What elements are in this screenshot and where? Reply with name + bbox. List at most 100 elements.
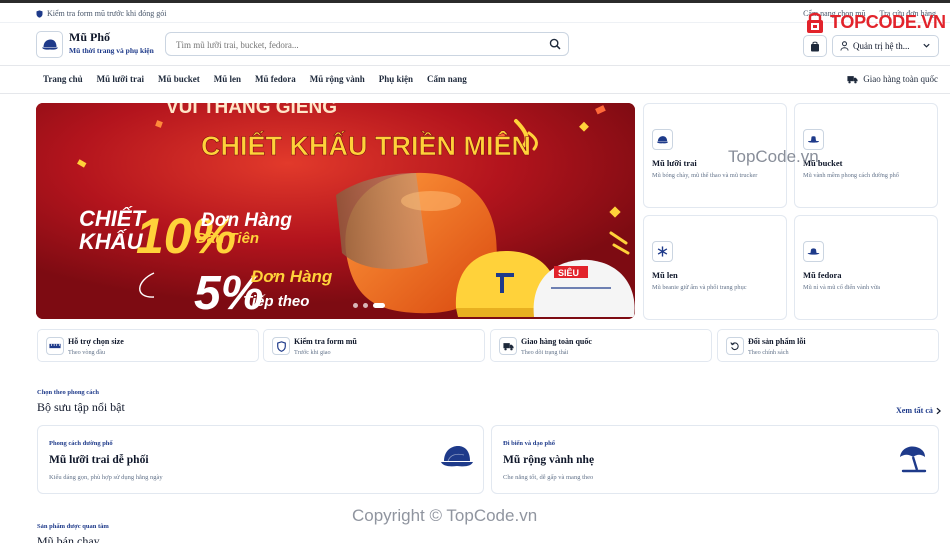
feature-sub: Theo vòng đầu (68, 349, 106, 356)
nav-item-accessories[interactable]: Phụ kiện (379, 74, 413, 84)
nav-item-caps[interactable]: Mũ lưỡi trai (97, 74, 144, 84)
category-desc: Mũ bóng chày, mũ thể thao và mũ trucker (652, 172, 758, 179)
feature-return: Đổi sản phẩm lỗi Theo chính sách (717, 329, 939, 362)
hero-discount-word2: KHẤU (79, 229, 144, 254)
carousel-dots (353, 303, 385, 308)
store-logo[interactable] (36, 31, 63, 58)
chevron-down-icon (923, 43, 930, 48)
cap-icon (656, 135, 669, 143)
utility-text: Kiểm tra form mũ trước khi đóng gói (47, 9, 167, 18)
lock-logo-icon (807, 12, 823, 33)
bucket-hat-icon (808, 135, 819, 143)
shopping-bag-icon (811, 41, 819, 51)
topcode-logo: TOPCODE.VN (803, 9, 946, 35)
nav-item-home[interactable]: Trang chủ (43, 74, 83, 84)
account-label: Quản trị hệ th... (853, 41, 910, 51)
nav-item-wide-brim[interactable]: Mũ rộng vành (310, 74, 365, 84)
utility-left: Kiểm tra form mũ trước khi đóng gói (36, 9, 166, 18)
nav-shipping: Giao hàng toàn quốc (847, 74, 938, 84)
snowflake-icon (657, 246, 668, 257)
store-name[interactable]: Mũ Phố (69, 30, 110, 45)
category-name: Mũ lưỡi trai (652, 158, 697, 168)
cap-icon (41, 39, 58, 50)
category-card-fedora[interactable]: Mũ fedora Mũ nỉ và mũ cổ điển vành vừa (794, 215, 938, 320)
user-icon (840, 41, 849, 51)
search-input[interactable] (176, 37, 536, 52)
chevron-right-icon (936, 407, 941, 414)
category-name: Mũ fedora (803, 270, 842, 280)
main-nav: Trang chủ Mũ lưỡi trai Mũ bucket Mũ len … (0, 67, 950, 94)
carousel-dot[interactable] (363, 303, 368, 308)
collections-title: Bộ sưu tập nổi bật (37, 400, 125, 414)
hero-headline: CHIẾT KHẤU TRIỀN MIÊN (201, 130, 531, 161)
bestseller-title: Mũ bán chạy (37, 534, 100, 543)
hero-banner[interactable]: VUI THÁNG GIÊNG CHIẾT KHẤU TRIỀN MIÊN CH… (36, 103, 635, 319)
category-desc: Mũ nỉ và mũ cổ điển vành vừa (803, 284, 881, 291)
feature-title: Đổi sản phẩm lỗi (748, 337, 806, 346)
search-icon[interactable] (549, 38, 561, 50)
feature-icon-box (726, 337, 744, 355)
feature-title: Giao hàng toàn quốc (521, 337, 592, 346)
beach-umbrella-icon (900, 446, 927, 473)
feature-icon-box (46, 337, 64, 355)
truck-icon (847, 75, 858, 83)
feature-form-check: Kiểm tra form mũ Trước khi giao (263, 329, 485, 362)
collection-card-wide-brim[interactable]: Đi biển và dạo phố Mũ rộng vành nhẹ Che … (491, 425, 939, 494)
hero-offer1-line2: Đầu Tiên (196, 230, 259, 247)
nav-item-beanie[interactable]: Mũ len (214, 74, 241, 84)
refresh-icon (730, 342, 739, 351)
account-menu[interactable]: Quản trị hệ th... (832, 35, 939, 57)
feature-sub: Trước khi giao (294, 349, 331, 356)
category-card-beanie[interactable]: Mũ len Mũ beanie giữ ấm và phối trang ph… (643, 215, 787, 320)
collection-title: Mũ lưỡi trai dễ phối (49, 454, 149, 466)
category-icon-box (652, 129, 673, 150)
feature-sub: Theo dõi trạng thái (521, 349, 569, 356)
cart-button[interactable] (803, 35, 827, 57)
shield-icon (36, 9, 43, 18)
hero-top-text: VUI THÁNG GIÊNG (166, 103, 337, 118)
collection-desc: Che nắng tốt, dễ gấp và mang theo (503, 474, 594, 481)
collections-kicker: Chọn theo phong cách (37, 389, 99, 396)
truck-icon (502, 342, 514, 350)
nav-item-bucket[interactable]: Mũ bucket (158, 74, 200, 84)
carousel-dot[interactable] (353, 303, 358, 308)
hero-artwork: VUI THÁNG GIÊNG CHIẾT KHẤU TRIỀN MIÊN CH… (36, 103, 635, 319)
feature-title: Kiểm tra form mũ (294, 337, 357, 346)
collection-title: Mũ rộng vành nhẹ (503, 454, 595, 466)
topcode-logo-text: TOPCODE.VN (830, 11, 946, 32)
nav-items: Trang chủ Mũ lưỡi trai Mũ bucket Mũ len … (43, 74, 467, 84)
nav-item-guide[interactable]: Cẩm nang (427, 74, 467, 84)
bestseller-kicker: Sản phẩm được quan tâm (37, 523, 109, 530)
category-name: Mũ len (652, 270, 678, 280)
feature-size-support: Hỗ trợ chọn size Theo vòng đầu (37, 329, 259, 362)
collection-kicker: Phong cách đường phố (49, 440, 113, 447)
collection-card-caps[interactable]: Phong cách đường phố Mũ lưỡi trai dễ phố… (37, 425, 484, 494)
watermark-text: TopCode.vn (728, 147, 819, 166)
feature-shipping: Giao hàng toàn quốc Theo dõi trạng thái (490, 329, 712, 362)
search-box (165, 32, 569, 56)
carousel-dot-active[interactable] (373, 303, 385, 308)
collection-desc: Kiểu dáng gọn, phù hợp sử dụng hằng ngày (49, 474, 163, 481)
hero-offer1-line1: Đơn Hàng (201, 210, 292, 231)
nav-shipping-text: Giao hàng toàn quốc (863, 74, 938, 84)
see-all-link[interactable]: Xem tất cả (896, 406, 942, 415)
nav-item-fedora[interactable]: Mũ fedora (255, 74, 296, 84)
collection-kicker: Đi biển và dạo phố (503, 440, 556, 447)
ruler-icon (49, 343, 61, 349)
category-icon-box (652, 241, 673, 262)
cap-icon (441, 446, 473, 467)
see-all-label: Xem tất cả (896, 406, 933, 415)
feature-sub: Theo chính sách (748, 349, 789, 356)
fedora-icon (807, 247, 820, 255)
hero-offer2-line2: Tiếp theo (243, 293, 309, 310)
feature-icon-box (499, 337, 517, 355)
hero-offer2-line1: Đơn Hàng (251, 267, 333, 286)
category-icon-box (803, 241, 824, 262)
category-desc: Mũ vành mềm phong cách đường phố (803, 172, 899, 179)
feature-icon-box (272, 337, 290, 355)
feature-title: Hỗ trợ chọn size (68, 337, 124, 346)
helmet-label: SIÊU (558, 267, 579, 278)
watermark-copyright: Copyright © TopCode.vn (352, 506, 538, 525)
category-desc: Mũ beanie giữ ấm và phối trang phục (652, 284, 747, 291)
store-tagline: Mũ thời trang và phụ kiện (69, 46, 154, 55)
